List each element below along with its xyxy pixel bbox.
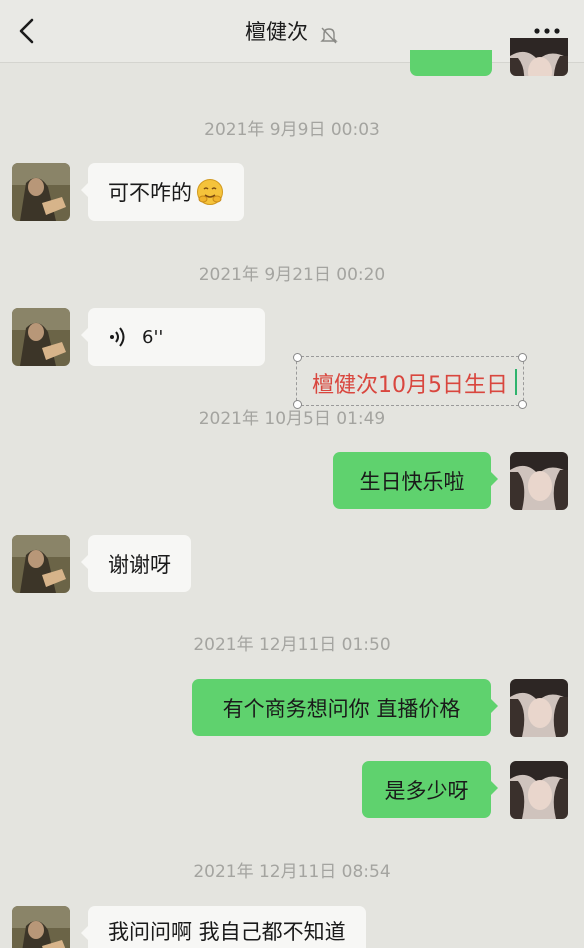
message-text: 可不咋的 (108, 181, 192, 205)
incoming-message-bubble[interactable]: 可不咋的 (81, 163, 244, 221)
hugging-face-icon (197, 179, 223, 205)
timestamp: 2021年 12月11日 01:50 (193, 635, 391, 655)
incoming-voice-bubble[interactable]: 6'' (81, 308, 265, 366)
self-avatar[interactable] (510, 38, 568, 76)
contact-avatar[interactable] (12, 906, 70, 948)
self-avatar[interactable] (510, 452, 568, 510)
message-text: 我问问啊 我自己都不知道 (108, 920, 346, 944)
previous-outgoing-bubble (410, 50, 492, 76)
timestamp: 2021年 12月11日 08:54 (193, 862, 391, 882)
chat-title-area: 檀健次 (0, 16, 584, 46)
contact-avatar[interactable] (12, 308, 70, 366)
incoming-message-bubble[interactable]: 谢谢呀 (81, 535, 191, 592)
voice-wave-icon (110, 327, 125, 347)
message-text: 生日快乐啦 (359, 469, 465, 494)
chat-title: 檀健次 (244, 20, 308, 44)
message-text: 是多少呀 (384, 778, 469, 803)
timestamp: 2021年 9月21日 00:20 (198, 265, 386, 285)
resize-handle[interactable] (293, 353, 302, 362)
timestamp: 2021年 10月5日 01:49 (198, 409, 386, 429)
outgoing-message-bubble[interactable]: 有个商务想问你 直播价格 (192, 679, 498, 736)
timestamp: 2021年 9月9日 00:03 (204, 120, 380, 140)
contact-avatar[interactable] (12, 163, 70, 221)
resize-handle[interactable] (518, 400, 527, 409)
overlay-text: 檀健次10月5日生日 (312, 373, 508, 398)
self-avatar[interactable] (510, 679, 568, 737)
outgoing-message-bubble[interactable]: 是多少呀 (362, 761, 498, 818)
overlay-text-box[interactable]: 檀健次10月5日生日 (293, 353, 527, 409)
voice-duration: 6'' (142, 326, 164, 348)
chat-header: 檀健次 (0, 0, 584, 63)
text-caret (515, 369, 517, 395)
self-avatar[interactable] (510, 761, 568, 819)
contact-avatar[interactable] (12, 535, 70, 593)
outgoing-message-bubble[interactable]: 生日快乐啦 (333, 452, 498, 509)
resize-handle[interactable] (518, 353, 527, 362)
message-text: 谢谢呀 (108, 552, 171, 577)
incoming-message-bubble[interactable]: 我问问啊 我自己都不知道 (81, 906, 366, 948)
resize-handle[interactable] (293, 400, 302, 409)
bell-off-icon (320, 27, 338, 43)
message-text: 有个商务想问你 直播价格 (222, 696, 461, 721)
